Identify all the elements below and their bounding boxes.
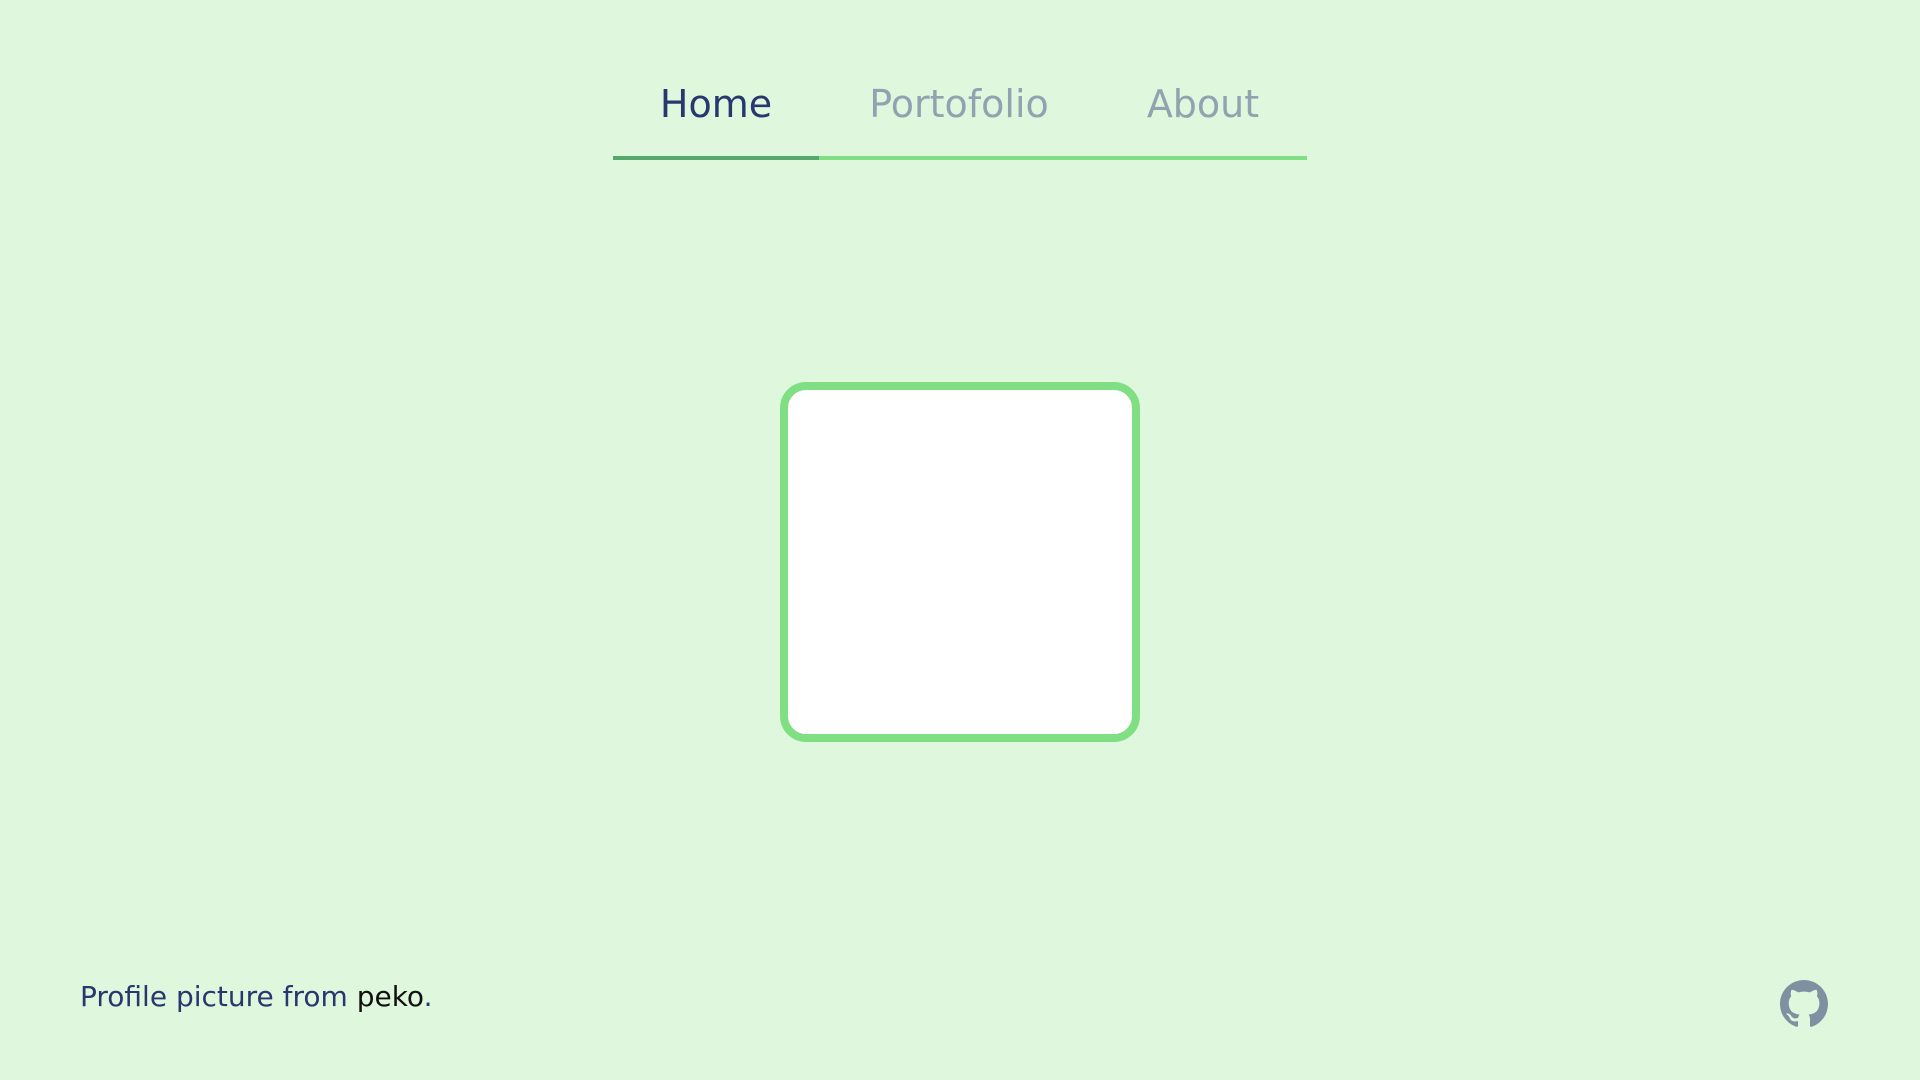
profile-picture [780, 382, 1140, 742]
tab-about-label: About [1146, 82, 1260, 126]
main-navigation: Home Portofolio About [613, 52, 1307, 160]
tab-home[interactable]: Home [613, 52, 819, 160]
tab-about[interactable]: About [1099, 52, 1307, 156]
credit-prefix: Profile picture from [80, 980, 357, 1013]
profile-picture-credit: Profile picture from peko. [80, 980, 432, 1013]
page: Home Portofolio About Profile picture fr… [0, 0, 1920, 1080]
tab-home-label: Home [659, 82, 773, 126]
tab-portfolio-label: Portofolio [869, 82, 1049, 126]
credit-author-link[interactable]: peko [357, 980, 424, 1013]
credit-suffix: . [423, 980, 433, 1013]
github-link[interactable] [1780, 980, 1828, 1028]
tab-portfolio[interactable]: Portofolio [819, 52, 1099, 156]
github-icon [1780, 980, 1828, 1028]
